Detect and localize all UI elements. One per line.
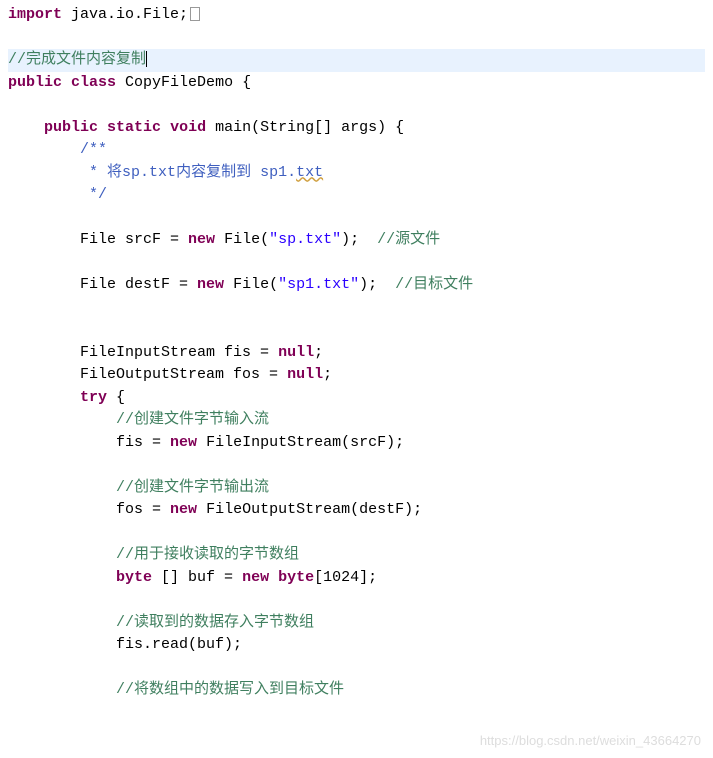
code-line: fis.read(buf); [8, 634, 705, 657]
code-line [8, 657, 705, 680]
text-cursor-icon [146, 51, 147, 67]
keyword-new: new [242, 569, 269, 586]
keyword-null: null [287, 366, 323, 383]
code-line [8, 27, 705, 50]
keyword-class: class [71, 74, 116, 91]
code-line-selected: //完成文件内容复制 [8, 49, 705, 72]
code-line [8, 454, 705, 477]
code-line: try { [8, 387, 705, 410]
code-line [8, 94, 705, 117]
comment: //目标文件 [395, 276, 473, 293]
keyword-null: null [278, 344, 314, 361]
code-line: //读取到的数据存入字节数组 [8, 612, 705, 635]
comment: //源文件 [377, 231, 440, 248]
keyword-static: static [107, 119, 161, 136]
code-line: //创建文件字节输出流 [8, 477, 705, 500]
javadoc: /** [80, 141, 107, 158]
code-line: byte [] buf = new byte[1024]; [8, 567, 705, 590]
code-line [8, 297, 705, 320]
keyword-public: public [8, 74, 62, 91]
code-line: public class CopyFileDemo { [8, 72, 705, 95]
keyword-new: new [197, 276, 224, 293]
keyword-byte: byte [278, 569, 314, 586]
code-line [8, 589, 705, 612]
code-line: * 将sp.txt内容复制到 sp1.txt [8, 162, 705, 185]
code-line: /** [8, 139, 705, 162]
fold-marker-icon[interactable] [190, 7, 200, 21]
keyword-byte: byte [116, 569, 152, 586]
comment: //将数组中的数据写入到目标文件 [116, 681, 344, 698]
code-line: */ [8, 184, 705, 207]
code-editor[interactable]: import java.io.File; //完成文件内容复制 public c… [8, 4, 705, 702]
keyword-new: new [170, 501, 197, 518]
code-line [8, 522, 705, 545]
code-line [8, 252, 705, 275]
code-line: import java.io.File; [8, 4, 705, 27]
watermark-text: https://blog.csdn.net/weixin_43664270 [480, 731, 701, 751]
string-literal: "sp.txt" [269, 231, 341, 248]
code-line: fis = new FileInputStream(srcF); [8, 432, 705, 455]
keyword-new: new [170, 434, 197, 451]
keyword-public: public [44, 119, 98, 136]
code-line: //创建文件字节输入流 [8, 409, 705, 432]
code-line [8, 207, 705, 230]
string-literal: "sp1.txt" [278, 276, 359, 293]
code-line [8, 319, 705, 342]
code-line: //将数组中的数据写入到目标文件 [8, 679, 705, 702]
comment: //创建文件字节输出流 [116, 479, 269, 496]
comment: //完成文件内容复制 [8, 51, 146, 68]
javadoc: */ [80, 186, 107, 203]
code-line: fos = new FileOutputStream(destF); [8, 499, 705, 522]
code-line: FileOutputStream fos = null; [8, 364, 705, 387]
keyword-import: import [8, 6, 62, 23]
code-line: File destF = new File("sp1.txt"); //目标文件 [8, 274, 705, 297]
comment: //创建文件字节输入流 [116, 411, 269, 428]
code-line: FileInputStream fis = null; [8, 342, 705, 365]
code-line: //用于接收读取的字节数组 [8, 544, 705, 567]
comment: //读取到的数据存入字节数组 [116, 614, 314, 631]
comment: //用于接收读取的字节数组 [116, 546, 299, 563]
code-line: File srcF = new File("sp.txt"); //源文件 [8, 229, 705, 252]
keyword-try: try [80, 389, 107, 406]
keyword-void: void [170, 119, 206, 136]
keyword-new: new [188, 231, 215, 248]
code-line: public static void main(String[] args) { [8, 117, 705, 140]
